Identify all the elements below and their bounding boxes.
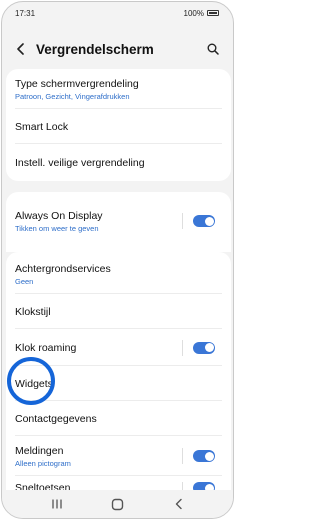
row-label: Instell. veilige vergrendeling — [15, 156, 145, 169]
status-time: 17:31 — [15, 8, 36, 18]
row-label: Meldingen — [15, 444, 64, 457]
clock-roaming-toggle[interactable] — [193, 341, 215, 354]
row-label: Klok roaming — [15, 341, 77, 354]
page-title: Vergrendelscherm — [36, 41, 154, 57]
row-label: Achtergrondservices — [15, 262, 111, 275]
navigation-bar — [2, 490, 233, 518]
screen-lock-type-row[interactable]: Type schermvergrendeling Patroon, Gezich… — [6, 69, 231, 109]
back-arrow-icon[interactable] — [14, 42, 28, 56]
search-icon[interactable] — [205, 41, 221, 57]
tap-highlight-ring — [7, 357, 55, 405]
row-label: Always On Display — [15, 209, 103, 222]
phone-frame: 17:31 100% Vergrendelscherm Type schermv… — [1, 1, 234, 519]
notifications-row[interactable]: Meldingen Alleen pictogram — [6, 436, 231, 476]
always-on-display-toggle[interactable] — [193, 215, 215, 227]
home-icon[interactable] — [109, 495, 127, 513]
contact-info-row[interactable]: Contactgegevens — [6, 401, 231, 436]
clock-style-row[interactable]: Klokstijl — [6, 294, 231, 329]
row-subtitle: Patroon, Gezicht, Vingerafdrukken — [15, 91, 130, 101]
always-on-display-row[interactable]: Always On Display Tikken om weer te geve… — [6, 196, 231, 246]
battery-level: 100% — [183, 8, 204, 18]
secure-lock-settings-row[interactable]: Instell. veilige vergrendeling — [6, 144, 231, 181]
background-services-row[interactable]: Achtergrondservices Geen — [6, 254, 231, 294]
row-label: Contactgegevens — [15, 412, 97, 425]
lock-settings-card: Type schermvergrendeling Patroon, Gezich… — [6, 69, 231, 181]
back-icon[interactable] — [170, 495, 188, 513]
row-subtitle: Geen — [15, 276, 34, 286]
notifications-toggle[interactable] — [193, 450, 215, 462]
row-subtitle: Alleen pictogram — [15, 458, 71, 468]
row-label: Klokstijl — [15, 305, 51, 318]
recent-apps-icon[interactable] — [48, 495, 66, 513]
row-subtitle: Tikken om weer te geven — [15, 223, 99, 233]
smart-lock-row[interactable]: Smart Lock — [6, 109, 231, 144]
row-label: Smart Lock — [15, 120, 69, 133]
always-on-display-card: Always On Display Tikken om weer te geve… — [6, 192, 231, 252]
battery-icon — [207, 10, 219, 16]
app-bar: Vergrendelscherm — [2, 34, 233, 64]
row-label: Type schermvergrendeling — [15, 77, 139, 90]
status-bar: 17:31 100% — [2, 2, 233, 24]
